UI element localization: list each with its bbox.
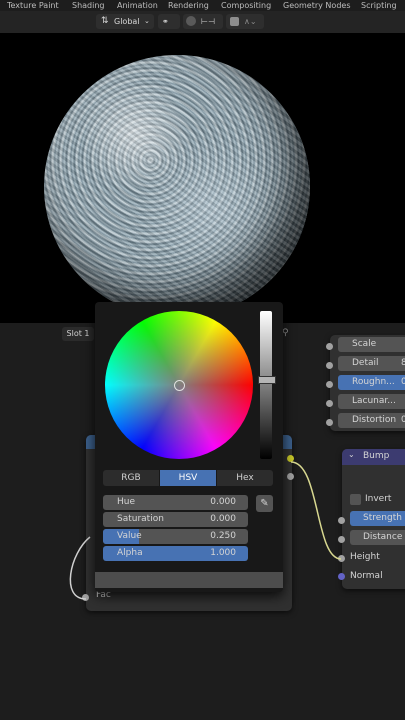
- preview-sphere: [44, 55, 310, 318]
- hue-field[interactable]: Hue 0.000: [103, 495, 248, 510]
- alpha-field[interactable]: Alpha 1.000: [103, 546, 248, 561]
- tab-compositing[interactable]: Compositing: [221, 0, 271, 11]
- alpha-value: 1.000: [210, 548, 236, 558]
- saturation-label: Saturation: [117, 514, 164, 524]
- chevron-down-icon: ⌄: [144, 17, 150, 25]
- value-slider[interactable]: [258, 311, 276, 459]
- hue-label: Hue: [117, 497, 136, 507]
- material-preview-viewport[interactable]: [0, 33, 405, 323]
- alpha-label: Alpha: [117, 548, 143, 558]
- overlay-icon: [230, 17, 239, 26]
- color-to-height-link: [290, 461, 342, 560]
- mode-rgb-tab[interactable]: RGB: [103, 470, 159, 486]
- value-label: Value: [117, 531, 142, 541]
- orientation-dropdown[interactable]: ⇅ Global ⌄: [96, 14, 154, 29]
- tab-scripting[interactable]: Scripting: [361, 0, 397, 11]
- mode-hsv-tab[interactable]: HSV: [160, 470, 216, 486]
- link-icon: ⚭: [162, 17, 169, 26]
- curve-icon: ∧⌄: [244, 17, 257, 26]
- mode-hex-tab[interactable]: Hex: [217, 470, 273, 486]
- orientation-label: Global: [114, 17, 140, 26]
- value-value: 0.250: [210, 531, 236, 541]
- tab-shading[interactable]: Shading: [72, 0, 105, 11]
- proportional-editing-icon: [186, 16, 196, 26]
- saturation-field[interactable]: Saturation 0.000: [103, 512, 248, 527]
- color-wheel-cursor[interactable]: [174, 380, 185, 391]
- transform-orientation-icon: ⇅: [101, 16, 109, 26]
- header-toolbar: ⇅ Global ⌄ ⚭ ⊢⊣ ∧⌄: [0, 11, 405, 33]
- hsv-color-wheel[interactable]: [105, 311, 253, 459]
- fac-link: [69, 536, 91, 600]
- tab-texture-paint[interactable]: Texture Paint: [7, 0, 59, 11]
- tab-rendering[interactable]: Rendering: [168, 0, 209, 11]
- overlay-group[interactable]: ∧⌄: [226, 14, 264, 29]
- value-slider-handle[interactable]: [258, 376, 276, 384]
- color-swatch: [95, 572, 283, 588]
- color-picker-popup[interactable]: RGB HSV Hex Hue 0.000 Saturation 0.000 V…: [95, 302, 283, 592]
- falloff-icon: ⊢⊣: [201, 17, 215, 26]
- proportional-group[interactable]: ⊢⊣: [183, 14, 223, 29]
- hue-value: 0.000: [210, 497, 236, 507]
- eyedropper-icon[interactable]: ✎: [256, 495, 273, 512]
- snap-dropdown[interactable]: ⚭: [158, 14, 180, 29]
- tab-geometry-nodes[interactable]: Geometry Nodes: [283, 0, 350, 11]
- value-field[interactable]: Value 0.250: [103, 529, 248, 544]
- saturation-value: 0.000: [210, 514, 236, 524]
- workspace-tabs: Texture Paint Shading Animation Renderin…: [0, 0, 405, 11]
- tab-animation[interactable]: Animation: [117, 0, 158, 11]
